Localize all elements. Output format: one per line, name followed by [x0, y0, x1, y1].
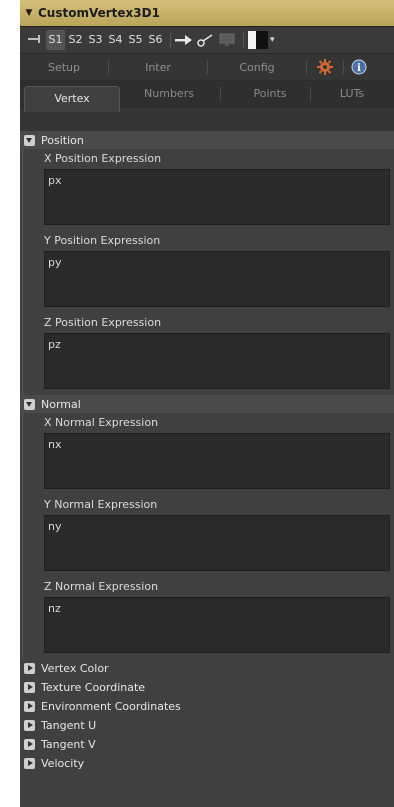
- link-icon[interactable]: [197, 30, 215, 50]
- section-label: Velocity: [41, 757, 85, 770]
- toolbar: S1 S2 S3 S4 S5 S6 ▾: [20, 27, 394, 54]
- section-tangent-u-header[interactable]: Tangent U: [20, 716, 394, 735]
- tab-row-bottom: Vertex Numbers Points LUTs: [20, 81, 394, 112]
- section-tangent-v-header[interactable]: Tangent V: [20, 735, 394, 754]
- arrow-right-icon[interactable]: [175, 30, 193, 50]
- section-normal-label: Normal: [41, 397, 81, 411]
- tab-row-top: Setup Inter Config i: [20, 54, 394, 81]
- slot-s1[interactable]: S1: [46, 30, 65, 50]
- slot-s2[interactable]: S2: [66, 30, 85, 50]
- y-position-field: Y Position Expression py: [44, 231, 394, 313]
- gear-icon[interactable]: [307, 57, 343, 77]
- tool-panel: ▼ CustomVertex3D1 S1 S2 S3 S4 S5 S6 ▾ Se…: [20, 0, 394, 807]
- x-position-expression-input[interactable]: px: [44, 169, 390, 225]
- pin-icon[interactable]: [24, 33, 46, 47]
- section-label: Vertex Color: [41, 662, 109, 675]
- tab-setup[interactable]: Setup: [20, 61, 108, 74]
- info-icon[interactable]: i: [344, 57, 374, 77]
- section-normal-body: X Normal Expression nx Y Normal Expressi…: [20, 413, 394, 659]
- section-position-label: Position: [41, 133, 84, 147]
- slot-s5[interactable]: S5: [126, 30, 145, 50]
- toolbar-divider: [243, 32, 244, 48]
- field-label: X Normal Expression: [44, 416, 159, 429]
- x-normal-field: X Normal Expression nx: [44, 413, 394, 495]
- slot-s3[interactable]: S3: [86, 30, 105, 50]
- tool-title: CustomVertex3D1: [38, 6, 160, 20]
- collapse-triangle-icon[interactable]: ▼: [20, 8, 38, 18]
- tab-points[interactable]: Points: [222, 81, 318, 107]
- section-label: Tangent U: [41, 719, 97, 732]
- field-label: X Position Expression: [44, 152, 162, 165]
- slot-s4[interactable]: S4: [106, 30, 125, 50]
- tab-vertex[interactable]: Vertex: [24, 86, 120, 112]
- tool-header[interactable]: ▼ CustomVertex3D1: [20, 0, 394, 27]
- y-position-expression-input[interactable]: py: [44, 251, 390, 307]
- y-normal-field: Y Normal Expression ny: [44, 495, 394, 577]
- toolbar-divider: [170, 32, 171, 48]
- tab-divider: [310, 87, 311, 101]
- disclosure-triangle-icon[interactable]: [24, 663, 35, 674]
- tab-numbers[interactable]: Numbers: [120, 81, 218, 107]
- tab-inter[interactable]: Inter: [109, 61, 207, 74]
- section-label: Tangent V: [41, 738, 96, 751]
- z-position-expression-input[interactable]: pz: [44, 333, 390, 389]
- x-position-field: X Position Expression px: [44, 149, 394, 231]
- section-velocity-header[interactable]: Velocity: [20, 754, 394, 773]
- disclosure-triangle-icon[interactable]: [24, 701, 35, 712]
- group-rail: [22, 149, 23, 395]
- disclosure-triangle-icon[interactable]: [24, 739, 35, 750]
- disclosure-triangle-icon[interactable]: [24, 720, 35, 731]
- color-swatch-icon[interactable]: ▾: [248, 30, 275, 50]
- section-position-body: X Position Expression px Y Position Expr…: [20, 149, 394, 395]
- group-rail: [22, 413, 23, 659]
- disclosure-triangle-icon[interactable]: [24, 682, 35, 693]
- y-normal-expression-input[interactable]: ny: [44, 515, 390, 571]
- x-normal-expression-input[interactable]: nx: [44, 433, 390, 489]
- section-vertex-color-header[interactable]: Vertex Color: [20, 659, 394, 678]
- tab-luts[interactable]: LUTs: [312, 81, 392, 107]
- tab-config[interactable]: Config: [208, 61, 306, 74]
- svg-text:i: i: [357, 63, 361, 74]
- z-normal-expression-input[interactable]: nz: [44, 597, 390, 653]
- disclosure-triangle-icon[interactable]: [24, 758, 35, 769]
- field-label: Z Position Expression: [44, 316, 162, 329]
- disclosure-triangle-icon[interactable]: [24, 134, 35, 146]
- tab-divider: [220, 87, 221, 101]
- section-texture-coordinate-header[interactable]: Texture Coordinate: [20, 678, 394, 697]
- section-position-header[interactable]: Position: [20, 131, 394, 149]
- disclosure-triangle-icon[interactable]: [24, 398, 35, 410]
- z-normal-field: Z Normal Expression nz: [44, 577, 394, 659]
- section-environment-coordinates-header[interactable]: Environment Coordinates: [20, 697, 394, 716]
- monitor-icon[interactable]: [219, 30, 235, 50]
- field-label: Z Normal Expression: [44, 580, 159, 593]
- slot-s6[interactable]: S6: [146, 30, 165, 50]
- collapsed-sections: Vertex Color Texture Coordinate Environm…: [20, 659, 394, 773]
- section-label: Environment Coordinates: [41, 700, 181, 713]
- field-label: Y Position Expression: [44, 234, 161, 247]
- controls-area: Position X Position Expression px Y Posi…: [20, 131, 394, 807]
- field-label: Y Normal Expression: [44, 498, 158, 511]
- z-position-field: Z Position Expression pz: [44, 313, 394, 395]
- section-label: Texture Coordinate: [41, 681, 146, 694]
- section-normal-header[interactable]: Normal: [20, 395, 394, 413]
